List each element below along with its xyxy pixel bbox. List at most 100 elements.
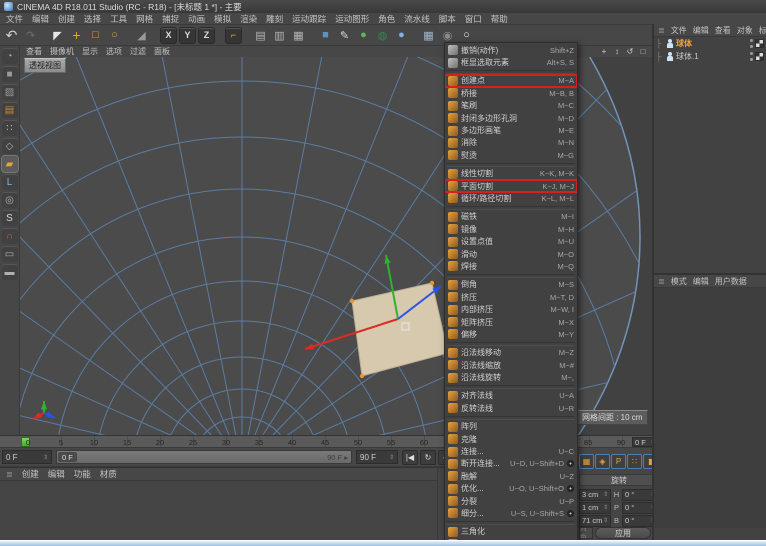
zoom-view-icon[interactable]: ↕ <box>612 46 622 56</box>
panel-icon[interactable]: ≣ <box>6 470 13 479</box>
context-menu-item[interactable]: 线性切割K~K, M~K <box>445 168 577 180</box>
menubar-item[interactable]: 创建 <box>58 13 75 25</box>
options-dot-icon[interactable] <box>567 510 574 517</box>
viewport-menu-item[interactable]: 摄像机 <box>50 46 74 57</box>
context-menu-item[interactable]: 循环/路径切割K~L, M~L <box>445 192 577 204</box>
context-menu-item[interactable]: 平面切割K~J, M~J <box>445 180 577 192</box>
enable-axis-icon[interactable]: L <box>2 174 18 190</box>
subdivision-surface-icon[interactable]: ● <box>355 27 372 44</box>
polygons-mode-icon[interactable]: ▰ <box>2 156 18 172</box>
edges-mode-icon[interactable]: ◇ <box>2 138 18 154</box>
texture-tag-icon[interactable] <box>755 39 764 48</box>
pan-view-icon[interactable]: + <box>599 46 609 56</box>
deformer-icon[interactable]: ◍ <box>374 27 391 44</box>
rotate-view-icon[interactable]: ↺ <box>625 46 635 56</box>
snap-enable-icon[interactable]: ▦ <box>579 454 594 469</box>
context-menu-item[interactable]: 框显选取元素Alt+S, S <box>445 56 577 68</box>
panel-icon[interactable]: ≣ <box>658 277 665 286</box>
object-manager-menu-item[interactable]: 查看 <box>715 25 731 36</box>
uv-mode-icon[interactable]: ▤ <box>2 102 18 118</box>
snap-toggle-icon[interactable]: S <box>2 210 18 226</box>
context-menu-item[interactable]: 桥接M~B, B <box>445 87 577 99</box>
menubar-item[interactable]: 运动跟踪 <box>292 13 326 25</box>
size-field[interactable]: 3 cm⇕ <box>579 489 611 501</box>
context-menu-item[interactable]: 三角化 <box>445 526 577 538</box>
context-menu-item[interactable]: 镜像M~H <box>445 223 577 235</box>
context-menu-item[interactable]: 熨烫M~G <box>445 149 577 161</box>
context-menu-item[interactable]: 消除M~N <box>445 137 577 149</box>
render-settings-icon[interactable]: ▦ <box>290 27 307 44</box>
floor-icon[interactable]: ▦ <box>420 27 437 44</box>
context-menu-item[interactable]: 对齐法线U~A <box>445 390 577 402</box>
attribute-manager-menu-item[interactable]: 用户数据 <box>715 276 747 287</box>
texture-mode-icon[interactable]: ▨ <box>2 84 18 100</box>
visibility-dots-icon[interactable] <box>749 39 753 48</box>
context-menu-item[interactable]: 矩阵挤压M~X <box>445 316 577 328</box>
texture-tag-icon[interactable] <box>755 52 764 61</box>
timeline-slider[interactable]: 0 F 90 F ▸ <box>56 450 352 464</box>
context-menu-item[interactable]: 连接...U~C <box>445 445 577 457</box>
material-menu-item[interactable]: 功能 <box>74 468 91 480</box>
object-manager-menu-item[interactable]: 文件 <box>671 25 687 36</box>
context-menu-item[interactable]: 优化...U~O, U~Shift+O <box>445 483 577 495</box>
taskbar-strip[interactable] <box>0 540 766 546</box>
perpendicular-snap-icon[interactable]: P <box>611 454 626 469</box>
context-menu-item[interactable]: 分裂U~P <box>445 495 577 507</box>
light-icon[interactable]: ○ <box>458 27 475 44</box>
view-label[interactable]: 透视视图 <box>24 58 66 73</box>
menubar-item[interactable]: 网格 <box>136 13 153 25</box>
viewport-menu-item[interactable]: 过滤 <box>130 46 146 57</box>
viewport-menu-item[interactable]: 显示 <box>82 46 98 57</box>
material-menu-item[interactable]: 创建 <box>22 468 39 480</box>
context-menu-item[interactable]: 设置点值M~U <box>445 235 577 247</box>
timeline-slider-handle[interactable]: 0 F <box>58 452 77 462</box>
context-menu-item[interactable]: 封闭多边形孔洞M~D <box>445 112 577 124</box>
viewport-menu-item[interactable]: 查看 <box>26 46 42 57</box>
attribute-manager-menu-item[interactable]: 模式 <box>671 276 687 287</box>
vertex-snap-icon[interactable]: ◈ <box>595 454 610 469</box>
end-frame-field[interactable]: 90 F⇕ <box>356 450 398 464</box>
context-menu-item[interactable]: 偏移M~Y <box>445 328 577 340</box>
viewport-solo-icon[interactable]: ◎ <box>2 192 18 208</box>
context-menu-item[interactable]: 内部挤压M~W, I <box>445 303 577 315</box>
context-menu-item[interactable]: 断开连接...U~D, U~Shift+D <box>445 458 577 470</box>
viewport-menu-item[interactable]: 面板 <box>154 46 170 57</box>
primitive-cube-icon[interactable]: ■ <box>317 27 334 44</box>
menubar-item[interactable]: 渲染 <box>240 13 257 25</box>
object-manager-menu-item[interactable]: 对象 <box>737 25 753 36</box>
grid-point-snap-icon[interactable]: ∷ <box>627 454 642 469</box>
context-menu-item[interactable]: 撤销(动作)Shift+Z <box>445 44 577 56</box>
menubar-item[interactable]: 脚本 <box>439 13 456 25</box>
render-picture-viewer-icon[interactable]: ▥ <box>271 27 288 44</box>
material-menu-item[interactable]: 编辑 <box>48 468 65 480</box>
x-axis-lock-icon[interactable]: X <box>160 27 177 44</box>
live-selection-icon[interactable]: ◤ <box>49 27 66 44</box>
object-manager-menu-item[interactable]: 编辑 <box>693 25 709 36</box>
object-row[interactable]: ├球体.1 <box>654 50 766 63</box>
size-field[interactable]: 1 cm⇕ <box>579 502 611 514</box>
scale-tool-icon[interactable]: □ <box>87 27 104 44</box>
toggle-view-icon[interactable]: □ <box>638 46 648 56</box>
start-frame-field[interactable]: 0 F⇕ <box>2 450 52 464</box>
render-view-icon[interactable]: ▤ <box>252 27 269 44</box>
options-dot-icon[interactable] <box>567 485 574 492</box>
context-menu-item[interactable]: 磁铁M~I <box>445 211 577 223</box>
menubar-item[interactable]: 雕刻 <box>266 13 283 25</box>
panel-icon[interactable]: ≣ <box>658 26 665 35</box>
menubar-item[interactable]: 帮助 <box>491 13 508 25</box>
loop-icon[interactable]: ↻ <box>420 450 436 465</box>
menubar-item[interactable]: 工具 <box>110 13 127 25</box>
apply-button[interactable]: 应用 <box>595 527 651 539</box>
menubar-item[interactable]: 文件 <box>6 13 23 25</box>
object-name[interactable]: 球体.1 <box>676 51 699 62</box>
rotate-tool-icon[interactable]: ○ <box>106 27 123 44</box>
stepper-icon[interactable]: ⇕ <box>603 517 608 524</box>
move-tool-icon[interactable]: + <box>68 27 85 44</box>
coordinate-mode-dropdown[interactable]: 对象 <box>579 527 593 539</box>
context-menu-item[interactable]: 多边形画笔M~E <box>445 124 577 136</box>
context-menu-item[interactable]: 挤压M~T, D <box>445 291 577 303</box>
menubar-item[interactable]: 模拟 <box>214 13 231 25</box>
menubar-item[interactable]: 编辑 <box>32 13 49 25</box>
attribute-manager-menu-item[interactable]: 编辑 <box>693 276 709 287</box>
menubar-item[interactable]: 捕捉 <box>162 13 179 25</box>
